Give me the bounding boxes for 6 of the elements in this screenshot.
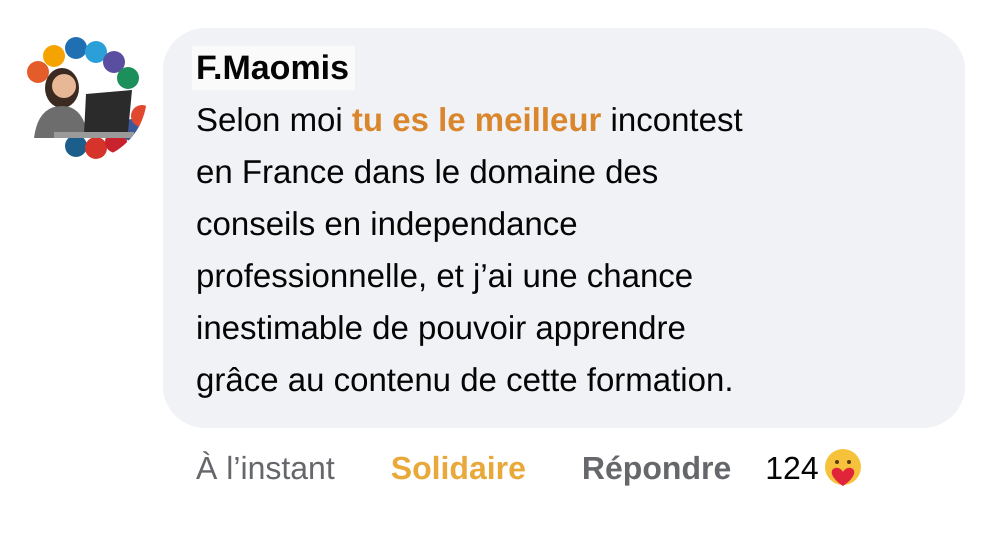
reaction-count[interactable]: 124 [765,450,819,486]
author-name[interactable]: F.Maomis [192,46,356,90]
timestamp: À l’instant [196,450,335,486]
comment-text: Selon moi tu es le meilleur incontest en France dans le domaine des conseils en independance professionnelle, et j’ai une chance inestimable de pouvoir apprendre grâce au contenu de cette formation. [196,100,744,400]
reply-link[interactable]: Répondre [582,450,732,486]
hug-emoji-icon [822,448,863,488]
